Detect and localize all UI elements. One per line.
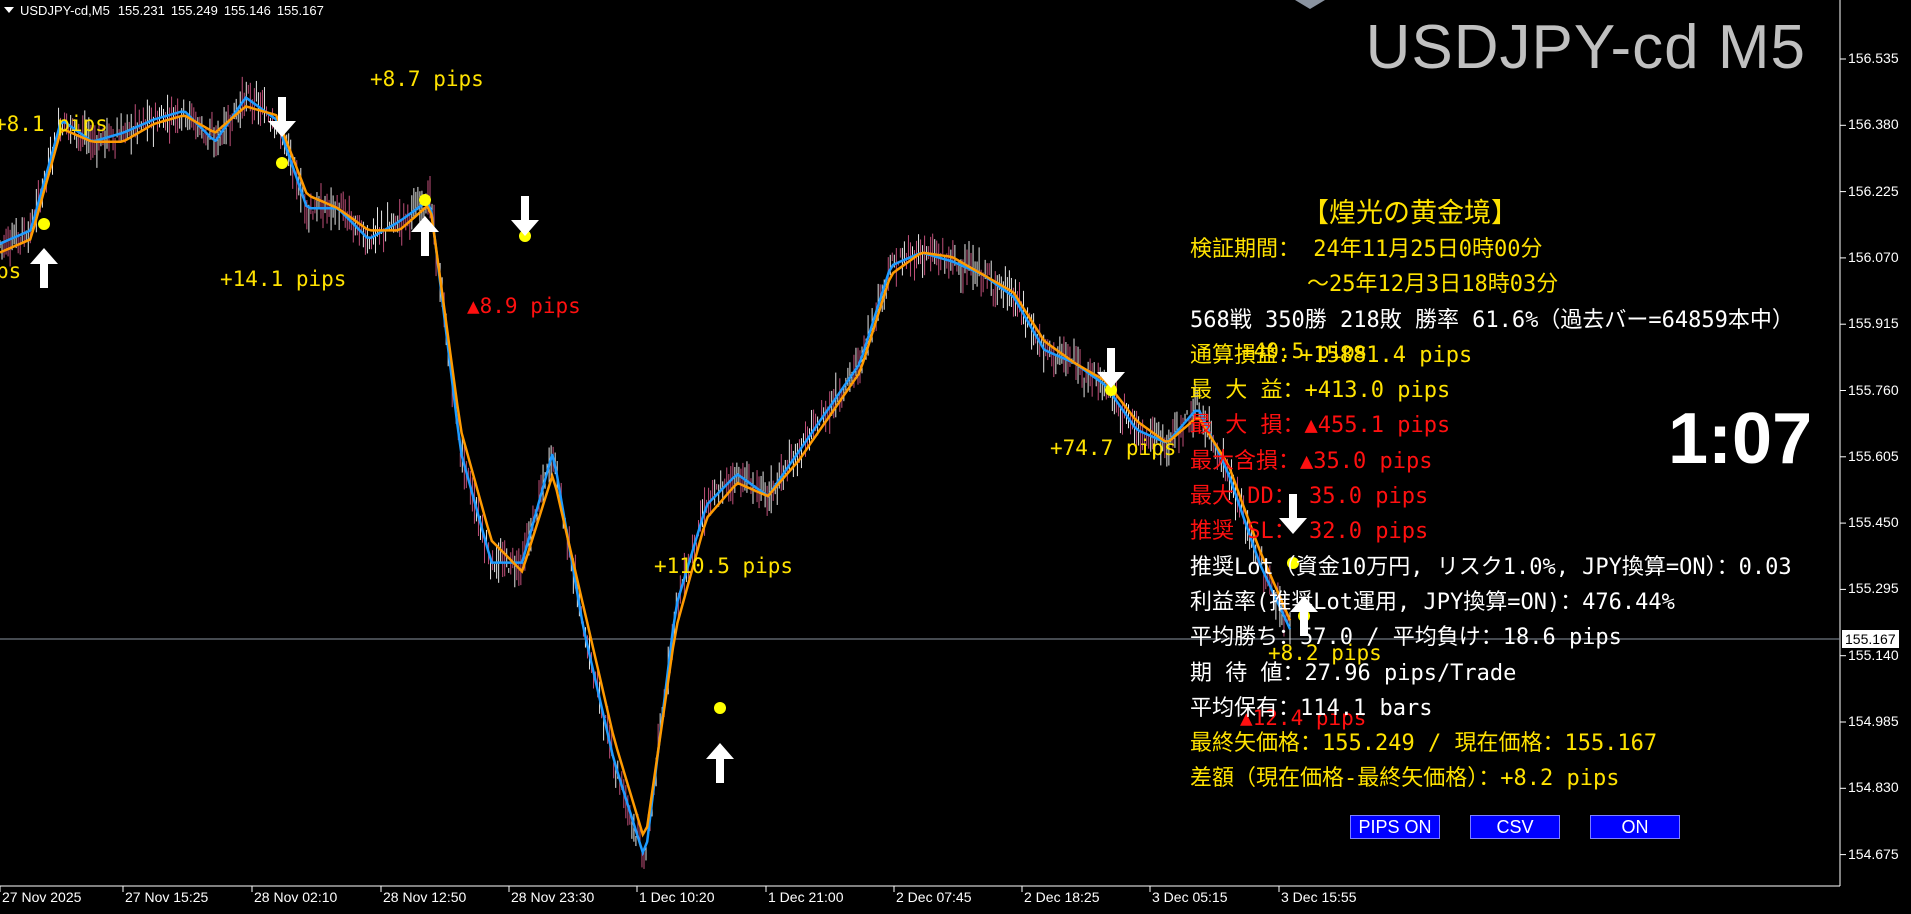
pip-label: +74.7 pips [1050,436,1177,460]
symbol-watermark: USDJPY-cd M5 [1365,13,1806,82]
time-tick-label: 2 Dec 07:45 [896,889,972,905]
price-tick-label: 156.070 [1848,248,1899,265]
pip-label: +14.1 pips [220,267,347,291]
stats-line: 最大 DD： 35.0 pips [1190,484,1429,510]
quote-low: 155.146 [223,2,271,18]
pip-label: +8.7 pips [370,67,484,91]
pips-toggle-button[interactable]: PIPS ON [1350,815,1440,839]
stats-line: 差額（現在価格-最終矢価格）：+8.2 pips [1190,766,1620,792]
price-tick-label: 155.140 [1848,646,1899,663]
time-tick-label: 27 Nov 2025 [2,889,82,905]
stats-line: 検証期間： 24年11月25日0時00分 [1190,237,1543,262]
time-tick-label: 3 Dec 05:15 [1152,889,1228,905]
price-tick-label: 155.450 [1848,514,1899,531]
signal-dot [38,218,50,230]
stats-line: 568戦 350勝 218敗 勝率 61.6%（過去バー=64859本中） [1190,307,1794,333]
quote-high: 155.249 [170,2,218,18]
stats-line: ～25年12月3日18時03分 [1307,272,1559,298]
time-tick-label: 27 Nov 15:25 [125,889,209,905]
stats-line: 推奨 SL： 32.0 pips [1190,519,1429,545]
dropdown-triangle-icon[interactable] [4,7,14,13]
symbol-label: USDJPY-cd,M5 [20,2,110,18]
pip-label: ps [0,259,22,283]
on-toggle-button[interactable]: ON [1590,815,1680,839]
time-tick-label: 1 Dec 10:20 [639,889,715,905]
pip-label: +8.1 pips [0,112,108,136]
bar-countdown: 1:07 [1668,399,1813,479]
csv-button[interactable]: CSV [1470,815,1560,839]
time-tick-label: 28 Nov 23:30 [511,889,595,905]
stats-line: 平均勝ち：57.0 / 平均負け：18.6 pips [1190,625,1622,651]
panel-title: 【煌光の黄金境】 [1302,198,1518,229]
price-tick-label: 154.830 [1848,779,1899,796]
quote-open: 155.231 [117,2,165,18]
time-tick-label: 3 Dec 15:55 [1281,889,1357,905]
price-tick-label: 155.915 [1848,315,1899,332]
stats-line: 利益率(推奨Lot運用, JPY換算=ON)：476.44% [1190,589,1675,615]
stats-line: 推奨Lot（資金10万円, リスク1.0%, JPY換算=ON）：0.03 [1190,554,1792,580]
price-tick-label: 154.675 [1848,845,1899,862]
price-tick-label: 155.760 [1848,381,1899,398]
price-tick-label: 156.380 [1848,116,1899,133]
price-tick-label: 155.605 [1848,447,1899,464]
quote-close: 155.167 [276,2,324,18]
chart-header: USDJPY-cd,M5 155.231 155.249 155.146 155… [0,0,330,20]
price-tick-label: 154.985 [1848,713,1899,729]
signal-dot [714,702,726,714]
stats-line: 通算損益：+15881.4 pips [1190,342,1473,368]
current-price-tag: 155.167 [1842,630,1899,648]
time-tick-label: 28 Nov 12:50 [383,889,467,905]
signal-dot [276,157,288,169]
time-tick-label: 28 Nov 02:10 [254,889,338,905]
pip-label: ▲8.9 pips [467,294,581,318]
time-tick-label: 1 Dec 21:00 [768,889,844,905]
pip-label: +110.5 pips [654,554,794,578]
price-tick-label: 156.535 [1848,50,1899,66]
time-tick-label: 2 Dec 18:25 [1024,889,1100,905]
chart-window[interactable]: USDJPY-cd,M5 155.231 155.249 155.146 155… [0,0,1911,914]
stats-line: 最終矢価格：155.249 / 現在価格：155.167 [1190,731,1658,757]
stats-panel: 【煌光の黄金境】 検証期間： 24年11月25日0時00分 ～25年12月3日18… [1190,196,1794,797]
price-tick-label: 156.225 [1848,182,1899,199]
stats-line: 平均保有：114.1 bars [1190,695,1433,721]
signal-dot [419,194,431,206]
price-tick-label: 155.295 [1848,580,1899,597]
stats-line: 期 待 値：27.96 pips/Trade [1190,660,1517,686]
